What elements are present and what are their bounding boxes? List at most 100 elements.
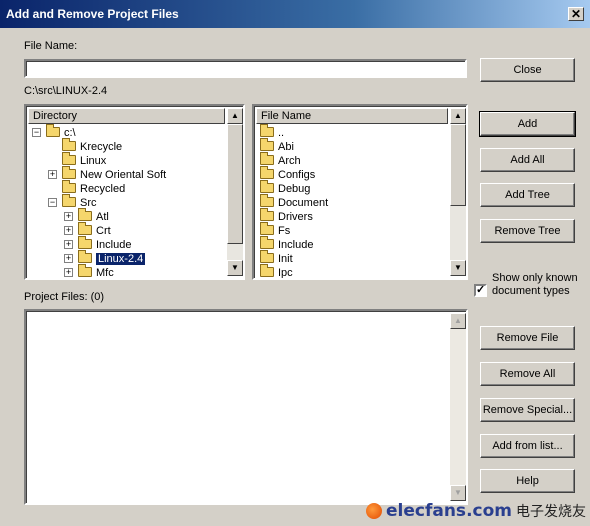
expand-icon[interactable]: + xyxy=(64,268,73,277)
collapse-icon[interactable]: − xyxy=(32,128,41,137)
file-list-item-label: Include xyxy=(278,239,314,251)
project-files-label: Project Files: (0) xyxy=(24,291,105,303)
show-only-known-checkbox[interactable]: ✓ xyxy=(474,284,487,297)
watermark-suffix: .com xyxy=(466,501,512,521)
scroll-up-icon[interactable]: ▲ xyxy=(227,108,243,124)
logo-dot-icon xyxy=(366,503,382,519)
check-icon: ✓ xyxy=(476,284,486,296)
file-list-header: File Name xyxy=(256,108,448,124)
folder-icon xyxy=(46,124,60,137)
remove-all-button[interactable]: Remove All xyxy=(480,362,575,386)
directory-item[interactable]: + Linux-2.4 xyxy=(64,250,146,266)
folder-icon xyxy=(260,138,274,151)
folder-icon xyxy=(62,166,76,179)
expand-icon[interactable]: + xyxy=(64,212,73,221)
watermark: elecfans .com 电子发烧友 xyxy=(366,498,586,524)
file-list-scrollbar[interactable]: ▲ ▼ xyxy=(450,108,466,276)
directory-item-label: Krecycle xyxy=(80,141,123,153)
directory-item-label: Linux-2.4 xyxy=(96,253,146,265)
directory-item-label: Linux xyxy=(80,155,107,167)
folder-icon xyxy=(260,264,274,277)
collapse-icon[interactable]: − xyxy=(48,198,57,207)
directory-item-label: Mfc xyxy=(96,267,114,279)
folder-icon xyxy=(62,152,76,165)
folder-icon xyxy=(62,138,76,151)
directory-item[interactable]: − c:\ xyxy=(32,124,76,140)
scroll-up-icon[interactable]: ▲ xyxy=(450,313,466,329)
expand-icon[interactable]: + xyxy=(48,170,57,179)
window-title: Add and Remove Project Files xyxy=(6,7,179,21)
folder-icon xyxy=(78,208,92,221)
title-bar: Add and Remove Project Files ✕ xyxy=(0,0,590,28)
file-list-item-label: Configs xyxy=(278,169,316,181)
scroll-down-icon[interactable]: ▼ xyxy=(227,260,243,276)
directory-item[interactable]: + New Oriental Soft xyxy=(48,166,167,182)
folder-icon xyxy=(260,236,274,249)
folder-icon xyxy=(78,250,92,263)
folder-icon xyxy=(260,250,274,263)
directory-item[interactable]: + Include xyxy=(64,236,132,252)
scroll-thumb[interactable] xyxy=(227,124,243,244)
file-list-item-label: Arch xyxy=(278,155,301,167)
expand-icon[interactable]: + xyxy=(64,254,73,263)
scroll-down-icon[interactable]: ▼ xyxy=(450,260,466,276)
file-name-label: File Name: xyxy=(24,40,78,52)
folder-icon xyxy=(260,208,274,221)
directory-item-label: Include xyxy=(96,239,132,251)
folder-icon xyxy=(260,166,274,179)
add-tree-button[interactable]: Add Tree xyxy=(480,183,575,207)
current-path-label: C:\src\LINUX-2.4 xyxy=(24,85,108,97)
directory-item[interactable]: Recycled xyxy=(62,180,126,196)
file-list-item-label: Abi xyxy=(278,141,294,153)
file-list-item[interactable]: Ipc xyxy=(260,264,293,279)
directory-panel[interactable]: Directory − c:\ Krecycle Linux + New Oriental… xyxy=(24,104,245,280)
file-list-panel[interactable]: File Name .. Abi Arch Configs Debug Document D… xyxy=(252,104,468,280)
remove-file-button[interactable]: Remove File xyxy=(480,326,575,350)
close-button[interactable]: Close xyxy=(480,58,575,82)
file-list-item[interactable]: Document xyxy=(260,194,329,210)
directory-header: Directory xyxy=(28,108,225,124)
add-all-button[interactable]: Add All xyxy=(480,148,575,172)
file-list-item-label: Ipc xyxy=(278,267,293,279)
expand-icon[interactable]: + xyxy=(64,240,73,249)
folder-icon xyxy=(260,180,274,193)
window-close-icon[interactable]: ✕ xyxy=(568,7,584,21)
remove-tree-button[interactable]: Remove Tree xyxy=(480,219,575,243)
file-list-item-label: Init xyxy=(278,253,293,265)
directory-item-label: Recycled xyxy=(80,183,126,195)
folder-icon xyxy=(260,194,274,207)
file-name-input[interactable] xyxy=(24,59,467,78)
folder-icon xyxy=(260,222,274,235)
project-files-scrollbar[interactable]: ▲ ▼ xyxy=(450,313,466,501)
folder-icon xyxy=(78,236,92,249)
directory-item-label: New Oriental Soft xyxy=(80,169,167,181)
file-list-item[interactable]: Include xyxy=(260,236,314,252)
folder-icon xyxy=(260,152,274,165)
folder-icon xyxy=(78,222,92,235)
directory-item-label: Atl xyxy=(96,211,109,223)
file-list-item-label: Drivers xyxy=(278,211,313,223)
dialog-body: File Name: Close C:\src\LINUX-2.4 Direct… xyxy=(0,28,590,526)
file-list-item[interactable]: Configs xyxy=(260,166,316,182)
remove-special-button[interactable]: Remove Special... xyxy=(480,398,575,422)
file-list-item-label: .. xyxy=(278,127,285,139)
file-list-item-label: Fs xyxy=(278,225,291,237)
directory-item[interactable]: + Mfc xyxy=(64,264,114,279)
file-list-item-label: Document xyxy=(278,197,329,209)
watermark-cn: 电子发烧友 xyxy=(516,504,586,520)
folder-icon xyxy=(62,180,76,193)
expand-icon[interactable]: + xyxy=(64,226,73,235)
show-only-known-label: Show only known document types xyxy=(492,272,578,297)
directory-scrollbar[interactable]: ▲ ▼ xyxy=(227,108,243,276)
directory-item[interactable]: Krecycle xyxy=(62,138,123,154)
scroll-up-icon[interactable]: ▲ xyxy=(450,108,466,124)
folder-icon xyxy=(260,124,274,137)
help-button[interactable]: Help xyxy=(480,469,575,493)
scroll-thumb[interactable] xyxy=(450,124,466,206)
directory-item-label: Crt xyxy=(96,225,111,237)
watermark-brand: elecfans xyxy=(386,501,467,521)
add-button[interactable]: Add xyxy=(479,111,576,137)
folder-icon xyxy=(62,194,76,207)
add-from-list-button[interactable]: Add from list... xyxy=(480,434,575,458)
project-files-list[interactable]: ▲ ▼ xyxy=(24,309,468,505)
